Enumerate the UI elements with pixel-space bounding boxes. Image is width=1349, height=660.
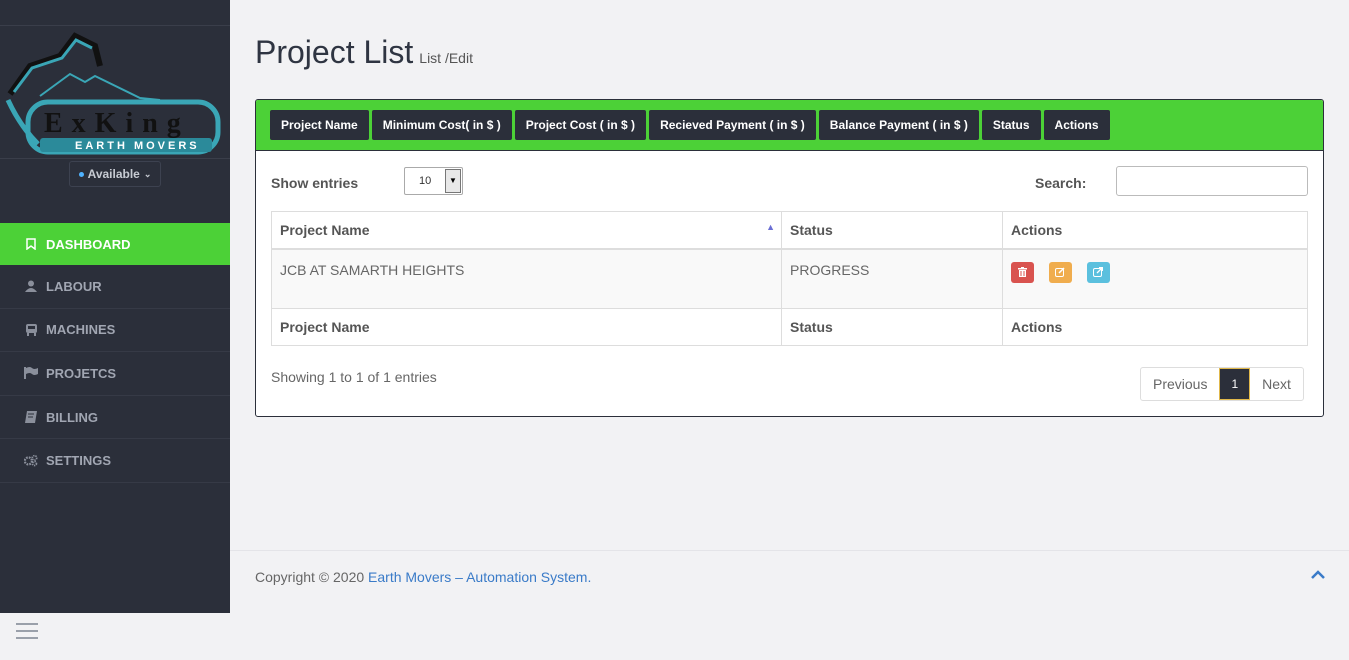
column-header-status[interactable]: Status [781, 211, 1003, 250]
sidebar-item-dashboard[interactable]: DASHBOARD [0, 223, 230, 265]
main-content: Project List List /Edit Project Name Mini… [230, 0, 1349, 613]
trash-icon [1018, 267, 1027, 277]
gears-icon [24, 454, 38, 468]
project-list-card: Project Name Minimum Cost( in $ ) Projec… [255, 99, 1324, 417]
flag-icon [24, 366, 38, 380]
sidebar-item-label: SETTINGS [46, 453, 112, 469]
table-info: Showing 1 to 1 of 1 entries [271, 369, 437, 385]
sidebar-item-label: LABOUR [46, 278, 102, 294]
column-toggle-bar: Project Name Minimum Cost( in $ ) Projec… [256, 100, 1323, 151]
pagination: Previous 1 Next [1140, 367, 1304, 401]
column-header-label: Project Name [280, 221, 370, 238]
dropdown-arrow-icon: ▼ [445, 169, 461, 193]
page-title: Project List List /Edit [255, 34, 473, 71]
entries-value: 10 [419, 175, 432, 187]
sidebar: ExKing EARTH MOVERS Available ⌄ DASHBOAR… [0, 0, 230, 613]
sidebar-item-label: DASHBOARD [46, 236, 131, 252]
column-toggle-received-payment[interactable]: Recieved Payment ( in $ ) [649, 110, 816, 140]
edit-icon [1055, 267, 1065, 277]
project-table: Project Name ▲ Status Actions JCB AT SAMA… [271, 211, 1308, 346]
scroll-top-icon[interactable] [1311, 566, 1325, 584]
status-dot-icon [78, 171, 84, 177]
column-toggle-minimum-cost[interactable]: Minimum Cost( in $ ) [371, 110, 512, 140]
column-toggle-status[interactable]: Status [981, 110, 1041, 140]
column-toggle-actions[interactable]: Actions [1043, 110, 1110, 140]
cell-project-name: JCB AT SAMARTH HEIGHTS [271, 248, 782, 309]
edit-button[interactable] [1048, 261, 1072, 283]
column-toggle-project-name[interactable]: Project Name [270, 110, 369, 140]
user-icon [24, 279, 38, 293]
column-toggle-project-cost[interactable]: Project Cost ( in $ ) [514, 110, 647, 140]
open-link-button[interactable] [1086, 261, 1110, 283]
status-label: Available [87, 167, 140, 181]
sidebar-item-billing[interactable]: BILLING [0, 396, 230, 440]
next-button[interactable]: Next [1250, 368, 1303, 400]
sort-asc-icon: ▲ [766, 221, 775, 232]
chevron-down-icon: ⌄ [143, 168, 152, 179]
page-1-button[interactable]: 1 [1219, 368, 1251, 400]
page-title-text: Project List [255, 34, 414, 70]
footer: Copyright © 2020 Earth Movers – Automati… [230, 550, 1349, 613]
copyright-prefix: Copyright © 2020 [255, 569, 369, 585]
bookmark-icon [24, 237, 38, 251]
status-dropdown[interactable]: Available ⌄ [69, 161, 161, 187]
book-icon [24, 410, 38, 424]
entries-select[interactable]: 10 ▼ [404, 167, 463, 195]
footer-link[interactable]: Earth Movers – Automation System [368, 569, 587, 585]
menu-toggle-icon[interactable] [16, 623, 38, 644]
show-entries-label: Show entries [271, 175, 359, 191]
search-label: Search: [1035, 175, 1087, 191]
column-footer-project-name: Project Name [271, 308, 782, 346]
delete-button[interactable] [1011, 261, 1034, 283]
column-footer-status: Status [781, 308, 1003, 346]
external-link-icon [1093, 267, 1104, 277]
sidebar-item-label: PROJETCS [46, 365, 117, 381]
table-row: JCB AT SAMARTH HEIGHTS PROGRESS [271, 248, 1308, 309]
sidebar-item-projects[interactable]: PROJETCS [0, 352, 230, 396]
column-header-project-name[interactable]: Project Name ▲ [271, 211, 782, 250]
sidebar-nav: DASHBOARD LABOUR MACHINES PROJETCS BILLI… [0, 223, 230, 483]
bottom-bar [0, 613, 1349, 660]
column-toggle-balance-payment[interactable]: Balance Payment ( in $ ) [818, 110, 979, 140]
previous-button[interactable]: Previous [1141, 368, 1219, 400]
copyright-text: Copyright © 2020 Earth Movers – Automati… [255, 569, 591, 585]
column-footer-actions: Actions [1002, 308, 1308, 346]
copyright-suffix: . [587, 569, 592, 585]
sidebar-item-machines[interactable]: MACHINES [0, 309, 230, 353]
cell-actions [1002, 248, 1308, 309]
sidebar-item-labour[interactable]: LABOUR [0, 265, 230, 309]
logo-text-sub: EARTH MOVERS [75, 140, 200, 152]
page-subtitle: List /Edit [419, 50, 473, 66]
cell-status: PROGRESS [781, 248, 1003, 309]
sidebar-item-settings[interactable]: SETTINGS [0, 439, 230, 483]
bus-icon [24, 323, 38, 337]
sidebar-item-label: BILLING [46, 409, 98, 425]
logo-text-main: ExKing [44, 108, 190, 139]
column-header-actions[interactable]: Actions [1002, 211, 1308, 250]
logo: ExKing EARTH MOVERS [0, 25, 230, 159]
search-input[interactable] [1116, 166, 1308, 196]
sidebar-item-label: MACHINES [46, 322, 116, 338]
